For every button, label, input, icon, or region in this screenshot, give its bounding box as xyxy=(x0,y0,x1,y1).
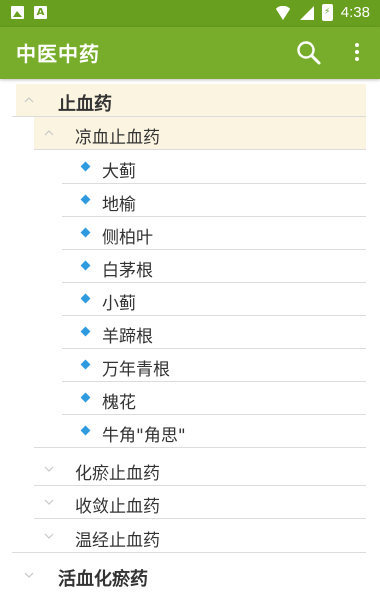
herb-item[interactable]: 牛角"角思" xyxy=(0,415,380,448)
herb-item[interactable]: 地榆 xyxy=(0,184,380,217)
herb-item-label: 牛角"角思" xyxy=(102,426,186,446)
tree-subgroup-astringent[interactable]: 收敛止血药 xyxy=(0,486,380,519)
herb-item-label: 白茅根 xyxy=(102,261,153,281)
diamond-bullet-icon xyxy=(80,260,91,271)
status-time: 4:38 xyxy=(340,4,370,21)
diamond-bullet-icon xyxy=(80,293,91,304)
herb-item[interactable]: 小蓟 xyxy=(0,283,380,316)
tree-group-hemostatic[interactable]: 止血药 xyxy=(0,84,380,117)
herb-item[interactable]: 侧柏叶 xyxy=(0,217,380,250)
battery-icon: ⚡ xyxy=(321,4,333,21)
diamond-bullet-icon xyxy=(80,392,91,403)
herb-item[interactable]: 羊蹄根 xyxy=(0,316,380,349)
diamond-bullet-icon xyxy=(80,194,91,205)
tree-subgroup-label: 收敛止血药 xyxy=(75,497,160,517)
chevron-up-icon xyxy=(44,130,54,136)
diamond-bullet-icon xyxy=(80,359,91,370)
herb-item-label: 槐花 xyxy=(102,393,136,413)
tree-group-label: 活血化瘀药 xyxy=(58,569,148,590)
app-bar: 中医中药 xyxy=(0,27,380,79)
herb-item-label: 大蓟 xyxy=(102,162,136,182)
a-icon: A xyxy=(34,6,47,19)
chevron-down-icon xyxy=(44,533,54,539)
herb-item[interactable]: 大蓟 xyxy=(0,151,380,184)
chevron-up-icon xyxy=(24,97,34,103)
diamond-bullet-icon xyxy=(80,227,91,238)
herb-item[interactable]: 白茅根 xyxy=(0,250,380,283)
chevron-down-icon xyxy=(24,572,34,578)
signal-icon xyxy=(299,5,314,20)
herb-item-label: 万年青根 xyxy=(102,360,170,380)
diamond-bullet-icon xyxy=(80,326,91,337)
search-icon xyxy=(297,41,321,65)
tree-subgroup-label: 化瘀止血药 xyxy=(75,464,160,484)
tree-subgroup-label: 凉血止血药 xyxy=(75,128,160,148)
diamond-bullet-icon xyxy=(80,425,91,436)
wifi-icon xyxy=(273,5,292,20)
tree-subgroup-label: 温经止血药 xyxy=(75,531,160,551)
diamond-bullet-icon xyxy=(80,161,91,172)
tree-group-blood-activating[interactable]: 活血化瘀药 xyxy=(0,559,380,592)
image-icon xyxy=(11,6,24,19)
herb-item[interactable]: 万年青根 xyxy=(0,349,380,382)
overflow-menu-button[interactable] xyxy=(348,40,366,66)
herb-item-label: 地榆 xyxy=(102,195,136,215)
tree-subgroup-warming[interactable]: 温经止血药 xyxy=(0,520,380,553)
app-title: 中医中药 xyxy=(16,42,100,66)
herb-item-label: 小蓟 xyxy=(102,294,136,314)
herb-item-label: 侧柏叶 xyxy=(102,228,153,248)
tree-group-label: 止血药 xyxy=(58,94,112,115)
overflow-menu-icon xyxy=(348,43,366,61)
chevron-down-icon xyxy=(44,466,54,472)
status-bar: A ⚡ 4:38 xyxy=(0,0,380,27)
herb-item[interactable]: 槐花 xyxy=(0,382,380,415)
search-button[interactable] xyxy=(296,40,322,66)
tree-subgroup-cooling[interactable]: 凉血止血药 xyxy=(0,117,380,150)
chevron-down-icon xyxy=(44,499,54,505)
tree-subgroup-stasis[interactable]: 化瘀止血药 xyxy=(0,453,380,486)
herb-item-label: 羊蹄根 xyxy=(102,327,153,347)
